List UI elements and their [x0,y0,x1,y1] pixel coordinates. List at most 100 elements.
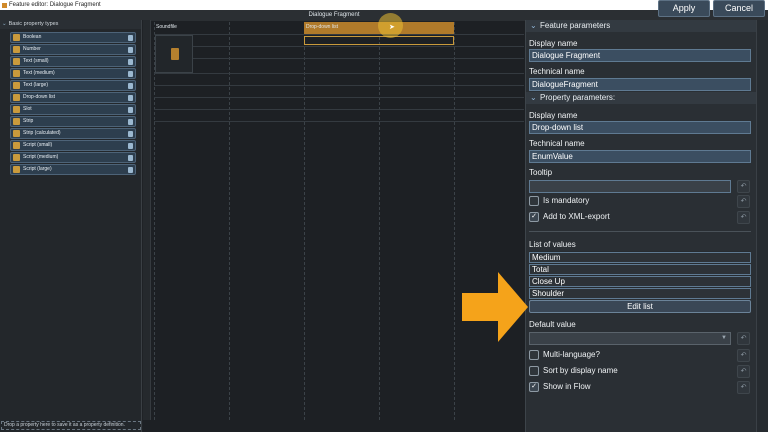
show-in-flow-checkbox[interactable]: ✓ [529,382,539,392]
property-type-boolean[interactable]: Boolean [10,32,136,43]
feature-display-name-field[interactable]: Dialogue Fragment [529,49,751,62]
is-mandatory-label: Is mandatory [543,196,590,205]
drag-handle-icon [128,167,133,173]
text-icon [13,82,20,89]
grid-column-line [304,22,305,420]
number-icon [13,46,20,53]
drag-handle-icon [128,35,133,41]
grid-row-line [154,109,524,110]
drag-handle-icon [128,83,133,89]
multilanguage-reset-button[interactable]: ↶ [737,349,750,362]
tooltip-reset-button[interactable]: ↶ [737,180,750,193]
property-type-script-medium[interactable]: Script (medium) [10,152,136,163]
is-mandatory-reset-button[interactable]: ↶ [737,195,750,208]
text-icon [13,58,20,65]
canvas-title: Dialogue Fragment [143,10,525,21]
script-icon [13,142,20,149]
drag-handle-icon [128,59,133,65]
grid-row-line [154,73,524,74]
chevron-down-icon: ▼ [721,335,727,341]
property-parameters-header[interactable]: ⌄ Property parameters: [526,92,756,104]
feature-parameters-header[interactable]: ⌄ Feature parameters [526,20,756,32]
default-value-reset-button[interactable]: ↶ [737,332,750,345]
default-value-label: Default value [529,320,576,329]
properties-scrollbar[interactable] [756,20,768,432]
is-mandatory-checkbox[interactable] [529,196,539,206]
list-of-values-label: List of values [529,240,576,249]
property-technical-name-field[interactable]: EnumValue [529,150,751,163]
xml-export-reset-button[interactable]: ↶ [737,211,750,224]
sort-by-display-name-label: Sort by display name [543,366,618,375]
grid-row-line [154,58,524,59]
property-type-script-large[interactable]: Script (large) [10,164,136,175]
drag-handle-icon [128,131,133,137]
property-type-text-large[interactable]: Text (large) [10,80,136,91]
window-title: Feature editor: Dialogue Fragment [9,2,101,8]
show-in-flow-label: Show in Flow [543,382,591,391]
drag-handle-icon [128,143,133,149]
property-technical-name-label: Technical name [529,139,585,148]
property-type-script-small[interactable]: Script (small) [10,140,136,151]
dropdown-property-preview[interactable] [304,36,454,45]
sort-by-display-name-checkbox[interactable] [529,366,539,376]
mouse-cursor-icon: ➤ [389,24,395,31]
default-value-select[interactable]: ▼ [529,332,731,345]
script-icon [13,166,20,173]
grid-column-line [454,22,455,420]
list-item[interactable]: Total [529,264,751,275]
grid-row-line [154,34,524,35]
drag-handle-icon [128,119,133,125]
chevron-down-icon: ⌄ [530,21,537,30]
multilanguage-label: Multi-language? [543,350,600,359]
grid-column-line [379,22,380,420]
list-item[interactable]: Close Up [529,276,751,287]
drag-handle-icon [128,95,133,101]
property-type-dropdown[interactable]: Drop-down list [10,92,136,103]
chevron-down-icon: ⌄ [2,21,7,27]
soundfile-icon [171,48,179,60]
list-item[interactable]: Medium [529,252,751,263]
grid-row-line [154,85,524,86]
xml-export-checkbox[interactable]: ✓ [529,212,539,222]
edit-list-button[interactable]: Edit list [529,300,751,313]
strip-icon [13,118,20,125]
property-drop-zone[interactable]: Drop a property here to save it as a pro… [1,421,141,430]
tooltip-label: Tooltip [529,168,553,177]
property-display-name-label: Display name [529,111,578,120]
feature-canvas[interactable] [143,20,525,432]
chevron-down-icon: ⌄ [530,93,537,102]
property-label-soundfile: Soundfile [156,24,177,30]
feature-technical-name-label: Technical name [529,67,585,76]
apply-button[interactable]: Apply [658,0,710,17]
text-icon [13,70,20,77]
property-type-strip[interactable]: Strip [10,116,136,127]
slot-icon [13,106,20,113]
property-type-strip-calculated[interactable]: Strip (calculated) [10,128,136,139]
drag-handle-icon [128,155,133,161]
property-type-text-medium[interactable]: Text (medium) [10,68,136,79]
strip-icon [13,130,20,137]
property-type-text-small[interactable]: Text (small) [10,56,136,67]
section-divider [529,231,751,232]
cancel-button[interactable]: Cancel [713,0,765,17]
property-type-slot[interactable]: Slot [10,104,136,115]
grid-column-line [229,22,230,420]
property-types-header[interactable]: ⌄ Basic property types [0,20,141,29]
feature-display-name-label: Display name [529,39,578,48]
property-type-number[interactable]: Number [10,44,136,55]
sort-reset-button[interactable]: ↶ [737,365,750,378]
grid-row-line [154,46,524,47]
grid-row-line [154,121,524,122]
window-titlebar: Feature editor: Dialogue Fragment [0,0,768,10]
list-item[interactable]: Shoulder [529,288,751,299]
multilanguage-checkbox[interactable] [529,350,539,360]
tooltip-field[interactable] [529,180,731,193]
canvas-scrollbar[interactable] [143,20,151,420]
property-display-name-field[interactable]: Drop-down list [529,121,751,134]
feature-technical-name-field[interactable]: DialogueFragment [529,78,751,91]
orange-arrow-icon [462,272,528,342]
drag-handle-icon [128,47,133,53]
drag-handle-icon [128,107,133,113]
soundfile-property-slot[interactable] [155,35,193,73]
show-in-flow-reset-button[interactable]: ↶ [737,381,750,394]
